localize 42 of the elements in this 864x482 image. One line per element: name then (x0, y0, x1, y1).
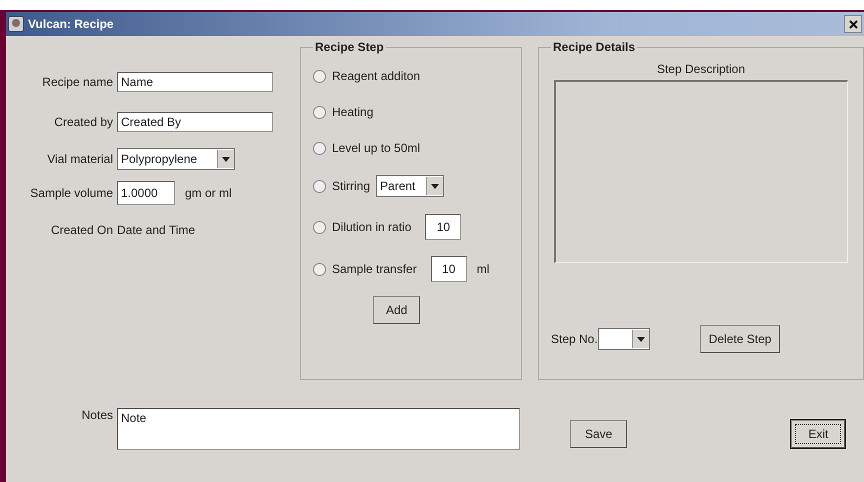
description-label: Step Description (656, 62, 746, 76)
field-label: Sample volume (29, 186, 114, 200)
add-button[interactable]: Add (373, 296, 420, 324)
number-field[interactable]: 10 (430, 256, 467, 282)
option-label[interactable]: Stirring (332, 179, 370, 193)
unit-label: ml (476, 262, 490, 276)
field-label: Recipe name (41, 75, 114, 89)
radio-button[interactable] (313, 262, 326, 276)
field-label: Created On (50, 223, 114, 237)
dropdown[interactable]: Parent (376, 175, 444, 197)
step-label: Step No. (551, 332, 598, 346)
option-label[interactable]: Heating (332, 105, 374, 119)
text-field[interactable]: Name (117, 72, 273, 92)
close-button[interactable] (844, 15, 862, 33)
radio-button[interactable] (313, 106, 326, 118)
number-field[interactable]: 10 (425, 214, 462, 240)
dropdown[interactable] (598, 328, 650, 350)
radio-button[interactable] (313, 220, 326, 234)
text-field[interactable]: Created By (117, 112, 273, 132)
option-label[interactable]: Dilution in ratio (332, 220, 412, 234)
window-title: Vulcan: Recipe (28, 17, 115, 31)
radio-button[interactable] (313, 70, 326, 82)
group-title: Recipe Step (314, 40, 385, 54)
option-label[interactable]: Sample transfer (332, 262, 417, 276)
save-button[interactable]: Save (570, 420, 628, 448)
option-label[interactable]: Level up to 50ml (332, 141, 420, 155)
notes-label: Notes (80, 408, 114, 422)
field-label: Created by (53, 115, 114, 129)
date-value: Date and Time (117, 223, 196, 237)
option-label[interactable]: Reagent additon (332, 69, 420, 83)
unit-label: gm or ml (185, 186, 232, 200)
radio-button[interactable] (313, 180, 326, 192)
delete-step-button[interactable]: Delete Step (700, 325, 780, 353)
close-icon (848, 20, 858, 28)
group-title: Recipe Details (552, 40, 636, 54)
number-field[interactable]: 1.0000 (117, 181, 175, 205)
field-label: Vial material (46, 152, 114, 166)
exit-button[interactable]: Exit (791, 420, 846, 448)
notes-field[interactable]: Note (117, 408, 520, 450)
dropdown[interactable]: Polypropylene (117, 148, 235, 170)
radio-button[interactable] (313, 142, 326, 154)
app-icon (8, 16, 24, 32)
